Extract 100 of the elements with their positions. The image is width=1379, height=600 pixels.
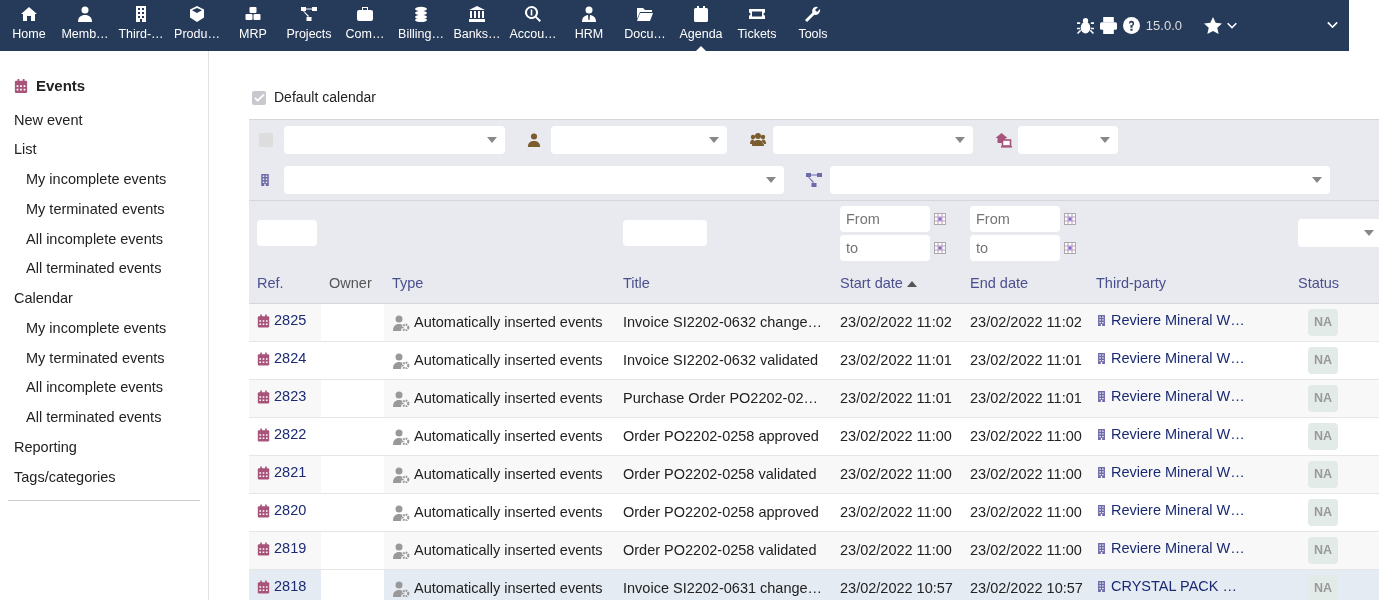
select-field[interactable]: [551, 126, 727, 154]
table-cell-text: Automatically inserted events: [414, 578, 603, 598]
sidebar-subitem[interactable]: All incomplete events: [8, 373, 200, 403]
building-icon: [1096, 389, 1107, 405]
building-icon: [1096, 313, 1107, 329]
select-field[interactable]: [830, 166, 1330, 194]
menu-item[interactable]: Docu…: [617, 0, 673, 51]
menu-item[interactable]: Third-…: [113, 0, 169, 51]
sidebar-subitem[interactable]: My terminated events: [8, 194, 200, 225]
project-icon: [806, 172, 822, 188]
calendar-icon: [1064, 212, 1076, 225]
column-header[interactable]: Title: [623, 273, 650, 296]
event-link[interactable]: 2821: [257, 462, 307, 484]
third-party-link[interactable]: Reviere Mineral W…: [1096, 309, 1245, 332]
table-cell: Order PO2202-0258 validated: [623, 465, 817, 482]
table-cell: 23/02/2022 11:00: [970, 541, 1082, 558]
table-row[interactable]: 2823 Automatically inserted events Purchase Order PO2202-02… 23/02/2022 11:01 23/02/2022 11:01 Reviere Mineral W… NA: [249, 379, 1379, 418]
event-link[interactable]: 2823: [257, 386, 307, 408]
print-button[interactable]: [1099, 17, 1117, 34]
column-header[interactable]: Status: [1298, 273, 1340, 296]
menu-item[interactable]: Agenda: [673, 0, 729, 51]
event-link[interactable]: 2822: [257, 424, 307, 446]
menu-item[interactable]: Tools: [785, 0, 841, 51]
table-row[interactable]: 2824 Automatically inserted events Invoice SI2202-0632 validated 23/02/2022 11:01 23/02/2022 11:01 Reviere Mineral W… NA: [249, 341, 1379, 380]
menu-item[interactable]: Accou…: [505, 0, 561, 51]
sidebar-item[interactable]: New event: [8, 105, 200, 136]
menu-item[interactable]: MRP: [225, 0, 281, 51]
table-row[interactable]: 2818 Automatically inserted events Invoice SI2202-0631 change… 23/02/2022 10:57 23/02/2022 10:57 CRYSTAL PACK … NA: [249, 569, 1379, 600]
calendar-icon: [257, 314, 270, 329]
date-field[interactable]: From: [840, 205, 930, 232]
calendar-icon: [934, 241, 946, 254]
date-picker-button[interactable]: [934, 241, 946, 254]
select-field[interactable]: [284, 126, 505, 154]
sidebar-item[interactable]: Calendar: [8, 284, 200, 314]
table-cell: 23/02/2022 11:00: [840, 427, 952, 444]
event-link[interactable]: 2824: [257, 348, 307, 370]
date-field[interactable]: to: [840, 234, 930, 261]
menu-item[interactable]: Tickets: [729, 0, 785, 51]
table-row[interactable]: 2821 Automatically inserted events Order PO2202-0258 validated 23/02/2022 11:00 23/02/2022 11:00 Reviere Mineral W… NA: [249, 455, 1379, 494]
menu-item[interactable]: Memb…: [57, 0, 113, 51]
table-cell: 23/02/2022 11:00: [970, 427, 1082, 444]
sidebar-subitem[interactable]: My incomplete events: [8, 165, 200, 195]
column-header[interactable]: Type: [392, 273, 424, 296]
table-row[interactable]: 2825 Automatically inserted events Invoice SI2202-0632 change… 23/02/2022 11:02 23/02/2022 11:02 Reviere Mineral W… NA: [249, 303, 1379, 342]
date-picker-button[interactable]: [934, 212, 946, 225]
menu-item[interactable]: Home: [1, 0, 57, 51]
checkbox[interactable]: [252, 90, 266, 105]
third-party-link[interactable]: Reviere Mineral W…: [1096, 423, 1245, 446]
table-cell: 23/02/2022 11:00: [840, 541, 952, 558]
third-party-link[interactable]: Reviere Mineral W…: [1096, 385, 1245, 408]
table-cell: Order PO2202-0258 approved: [623, 503, 819, 520]
menu-item[interactable]: HRM: [561, 0, 617, 51]
table-cell: 23/02/2022 11:02: [970, 313, 1082, 330]
third-party-link[interactable]: Reviere Mineral W…: [1096, 537, 1245, 560]
status-tag: NA: [1308, 347, 1339, 374]
third-party-link[interactable]: Reviere Mineral W…: [1096, 461, 1245, 484]
sidebar-subitem[interactable]: All terminated events: [8, 403, 200, 433]
menu-item[interactable]: Projects: [281, 0, 337, 51]
calendar-icon: [14, 79, 28, 94]
user-gear-icon: [392, 390, 410, 407]
event-link[interactable]: 2820: [257, 500, 307, 522]
bookmarks-button[interactable]: [1204, 16, 1238, 35]
home-icon: [21, 6, 37, 22]
bug-report-button[interactable]: [1076, 17, 1094, 34]
sidebar-subitem[interactable]: My incomplete events: [8, 313, 200, 344]
select-field[interactable]: [1018, 126, 1118, 154]
select-field[interactable]: [773, 126, 973, 154]
calendar-icon: [257, 580, 270, 595]
user-gear-icon: [392, 542, 410, 559]
third-party-link[interactable]: Reviere Mineral W…: [1096, 499, 1245, 522]
help-button[interactable]: [1122, 17, 1140, 34]
sidebar-item[interactable]: Tags/categories: [8, 462, 200, 493]
event-link[interactable]: 2819: [257, 538, 307, 560]
menu-item[interactable]: Billing…: [393, 0, 449, 51]
date-picker-button[interactable]: [1064, 241, 1076, 254]
event-link[interactable]: 2818: [257, 576, 307, 598]
table-row[interactable]: 2820 Automatically inserted events Order PO2202-0258 approved 23/02/2022 11:00 23/02/2022 11:00 Reviere Mineral W… NA: [249, 493, 1379, 532]
column-header[interactable]: End date: [970, 273, 1029, 296]
column-header[interactable]: Start date: [840, 273, 917, 296]
sidebar-item[interactable]: List: [8, 135, 200, 165]
menu-item[interactable]: Produ…: [169, 0, 225, 51]
select-field[interactable]: [284, 166, 784, 194]
column-header[interactable]: Third-party: [1096, 273, 1167, 296]
sidebar-subitem[interactable]: My terminated events: [8, 343, 200, 374]
event-link[interactable]: 2825: [257, 310, 307, 332]
date-field[interactable]: From: [970, 205, 1060, 232]
user-icon: [527, 132, 541, 148]
sidebar-subitem[interactable]: All incomplete events: [8, 224, 200, 255]
date-picker-button[interactable]: [1064, 212, 1076, 225]
column-header[interactable]: Ref.: [257, 273, 284, 296]
sidebar-item[interactable]: Reporting: [8, 432, 200, 463]
table-row[interactable]: 2822 Automatically inserted events Order PO2202-0258 approved 23/02/2022 11:00 23/02/2022 11:00 Reviere Mineral W… NA: [249, 417, 1379, 456]
table-row[interactable]: 2819 Automatically inserted events Order PO2202-0258 validated 23/02/2022 11:00 23/02/2022 11:00 Reviere Mineral W… NA: [249, 531, 1379, 570]
status-tag: NA: [1308, 423, 1339, 450]
sidebar-subitem[interactable]: All terminated events: [8, 254, 200, 284]
status-select[interactable]: [1298, 219, 1379, 248]
menu-item[interactable]: Banks…: [449, 0, 505, 51]
date-field[interactable]: to: [970, 234, 1060, 261]
third-party-link[interactable]: Reviere Mineral W…: [1096, 347, 1245, 370]
menu-item[interactable]: Com…: [337, 0, 393, 51]
